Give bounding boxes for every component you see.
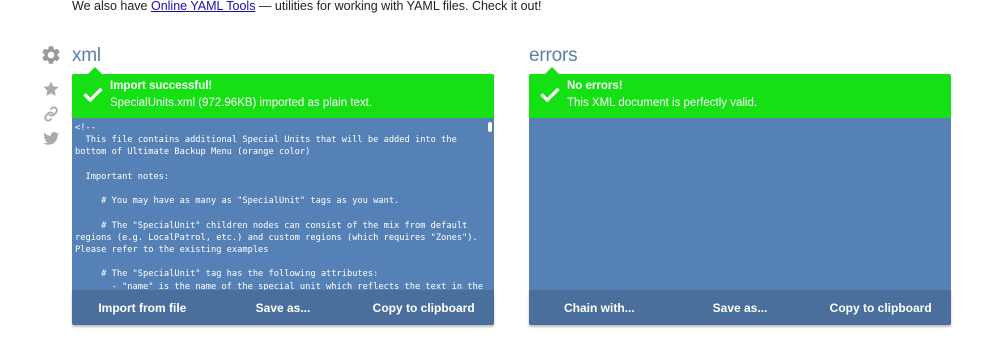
copy-to-clipboard-button[interactable]: Copy to clipboard [353,301,494,315]
online-yaml-tools-link[interactable]: Online YAML Tools [151,0,255,13]
checkmark-icon [539,84,561,111]
banner-title: Import successful! [110,80,213,92]
errors-panel: No errors! This XML document is perfectl… [529,67,951,325]
scrollbar-thumb[interactable] [488,122,492,132]
scrollbar[interactable] [488,122,492,286]
intro-prefix: We also have [72,0,151,13]
xml-code-text[interactable]: <!-- This file contains additional Speci… [75,122,487,290]
chain-with-button[interactable]: Chain with... [529,301,670,315]
twitter-icon[interactable] [38,129,64,147]
banner-message: SpecialUnits.xml (972.96KB) imported as … [110,97,373,109]
banner-title: No errors! [567,80,623,92]
xml-panel-footer: Import from file Save as... Copy to clip… [72,290,494,325]
banner-notch [545,67,559,74]
errors-output-area[interactable] [529,118,951,290]
errors-panel-footer: Chain with... Save as... Copy to clipboa… [529,290,951,325]
checkmark-icon [82,84,104,111]
xml-panel: Import successful! SpecialUnits.xml (972… [72,67,494,325]
link-icon[interactable] [38,105,64,123]
save-as-button[interactable]: Save as... [670,301,811,315]
copy-to-clipboard-button[interactable]: Copy to clipboard [810,301,951,315]
gear-icon[interactable] [38,44,64,66]
banner-message: This XML document is perfectly valid. [567,97,758,109]
star-icon[interactable] [38,80,64,98]
errors-panel-title: errors [529,45,578,66]
no-errors-banner: No errors! This XML document is perfectl… [529,67,951,118]
import-success-banner: Import successful! SpecialUnits.xml (972… [72,67,494,118]
xml-panel-title: xml [72,45,101,66]
xml-input-area[interactable]: <!-- This file contains additional Speci… [72,118,494,290]
intro-text: We also have Online YAML Tools — utiliti… [72,0,541,13]
intro-suffix: — utilities for working with YAML files.… [255,0,542,13]
import-from-file-button[interactable]: Import from file [72,301,213,315]
save-as-button[interactable]: Save as... [213,301,354,315]
banner-notch [88,67,102,74]
